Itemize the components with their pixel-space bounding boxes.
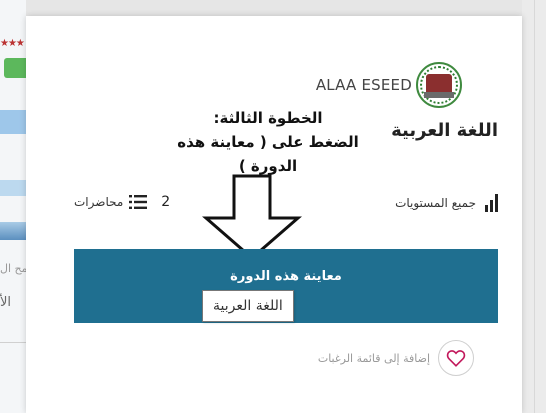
instruction-line-1: الخطوة الثالثة:	[213, 109, 323, 127]
lectures-label: محاضرات	[74, 195, 124, 209]
background-badge	[4, 58, 26, 78]
down-arrow-icon	[202, 174, 302, 260]
divider	[0, 342, 26, 343]
background-thumbnail	[0, 222, 26, 240]
lecture-count: محاضرات 2	[74, 194, 170, 210]
background-thumbnail	[0, 180, 26, 196]
wishlist-label[interactable]: إضافة إلى قائمة الرغبات	[318, 352, 430, 365]
background-page: ★★★ ضمح ال الأ	[0, 0, 26, 413]
instruction-line-2: الضغط على ( معاينة هذه الدورة )	[177, 133, 359, 175]
course-level: جميع المستويات	[395, 194, 498, 212]
background-text: الأ	[0, 295, 12, 310]
heart-icon	[446, 350, 466, 367]
divider	[534, 0, 535, 413]
academy-logo-icon	[416, 62, 462, 108]
lectures-count: 2	[161, 194, 171, 210]
background-text: ضمح ال	[0, 262, 26, 275]
add-to-wishlist-button[interactable]	[438, 340, 474, 376]
tooltip: اللغة العربية	[202, 290, 294, 322]
background-thumbnail	[0, 110, 26, 134]
levels-label: جميع المستويات	[395, 196, 476, 210]
list-icon	[129, 195, 148, 209]
levels-bars-icon	[480, 194, 498, 212]
rating-stars-icon: ★★★	[0, 38, 25, 49]
author-name[interactable]: ALAA ESEED	[316, 76, 412, 94]
wishlist[interactable]: إضافة إلى قائمة الرغبات	[318, 340, 474, 376]
instruction-annotation: الخطوة الثالثة: الضغط على ( معاينة هذه ا…	[158, 106, 378, 178]
course-title: اللغة العربية	[391, 120, 498, 141]
course-popover: ALAA ESEED الخطوة الثالثة: الضغط على ( م…	[26, 16, 522, 413]
